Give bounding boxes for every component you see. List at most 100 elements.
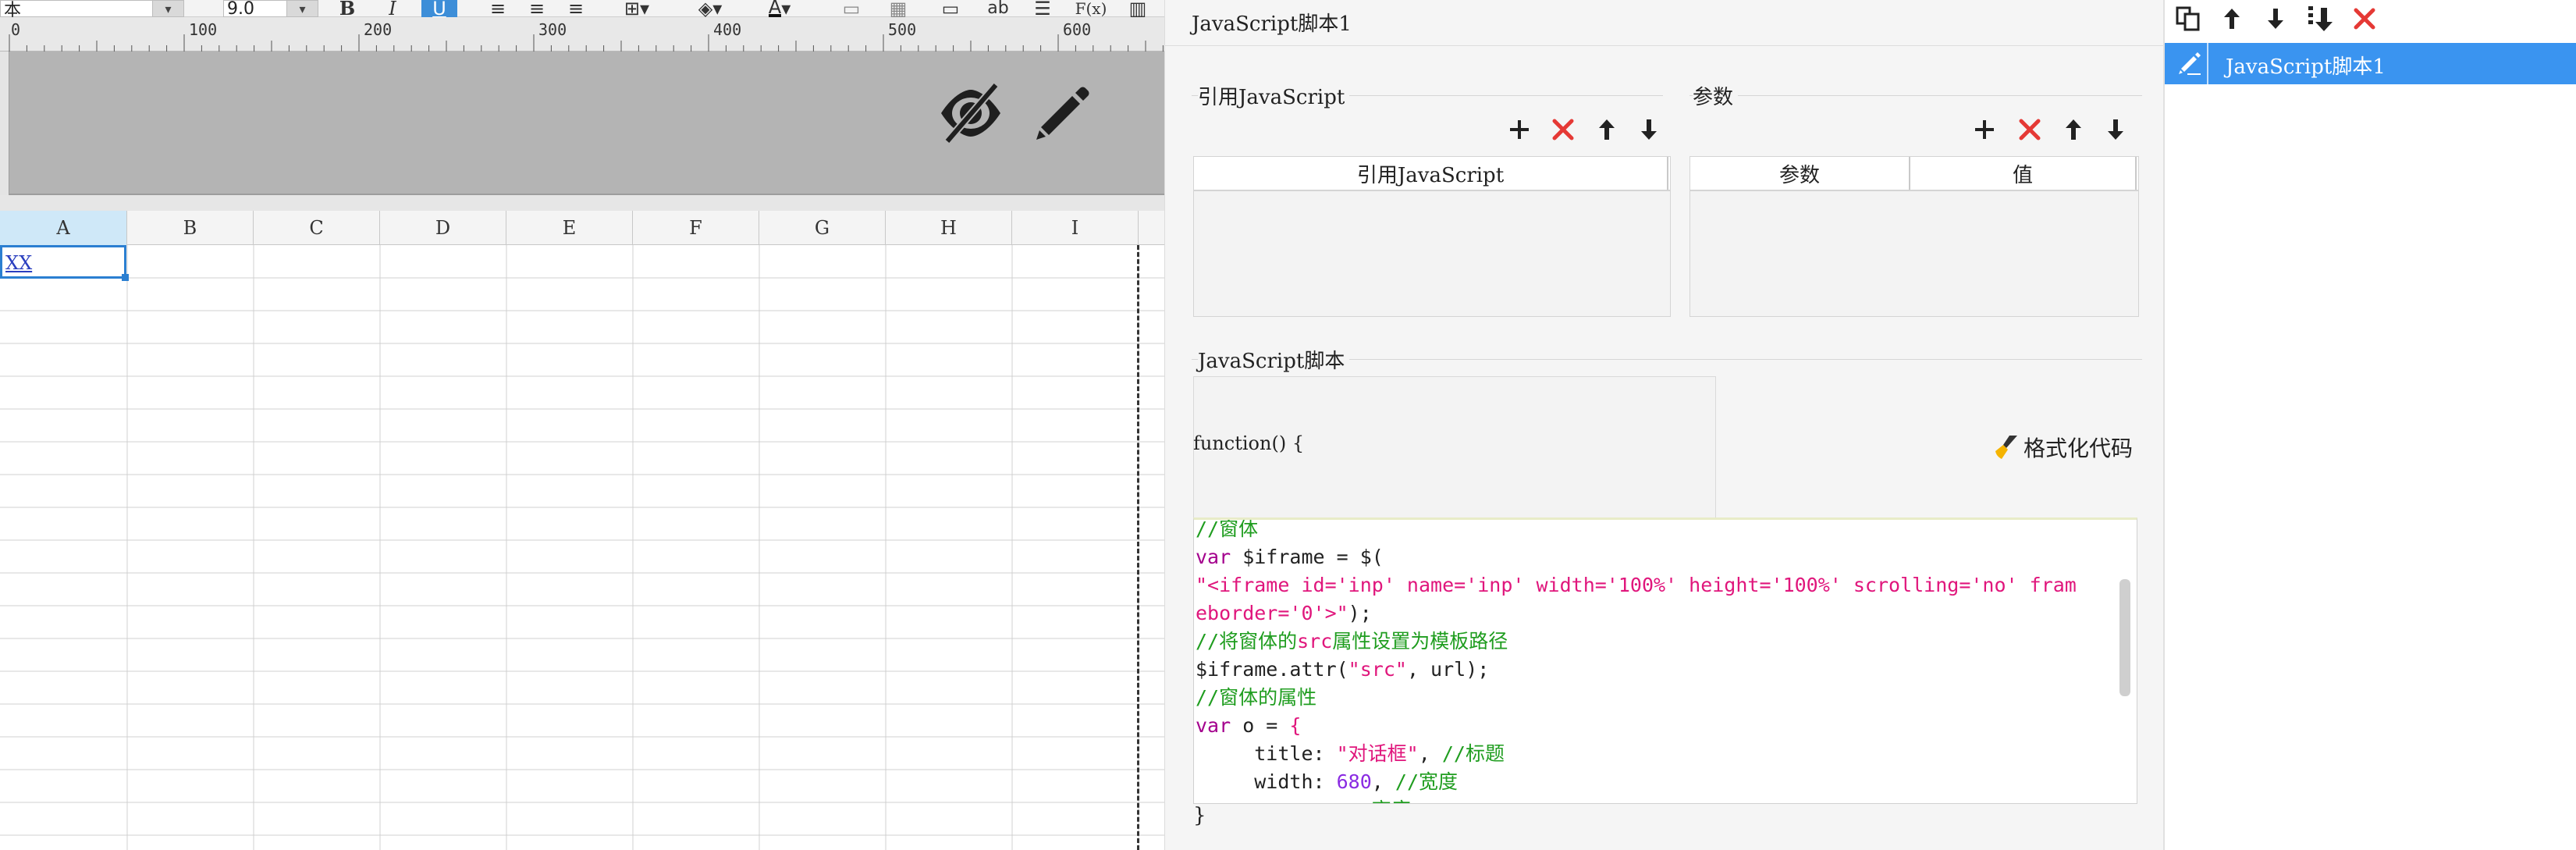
move-bottom-script-button[interactable] bbox=[2305, 3, 2336, 34]
code-line: 高度 bbox=[1196, 796, 1411, 803]
close-icon bbox=[2354, 8, 2375, 30]
arrow-down-icon bbox=[1641, 119, 1657, 140]
code-token: var bbox=[1196, 714, 1231, 737]
move-down-ref-button[interactable] bbox=[1633, 114, 1665, 145]
add-param-button[interactable] bbox=[1969, 114, 2000, 145]
insert-row-icon[interactable]: ▭ bbox=[936, 0, 965, 18]
arrow-down-icon bbox=[2108, 119, 2123, 140]
plus-icon bbox=[1975, 120, 1994, 139]
report-header-area bbox=[0, 52, 1164, 195]
code-token: "<iframe id='inp' name='inp' width='100%… bbox=[1196, 574, 2077, 596]
move-up-ref-button[interactable] bbox=[1591, 114, 1622, 145]
column-header-f[interactable]: F bbox=[633, 211, 759, 245]
cell-grid[interactable]: XX bbox=[0, 245, 1164, 850]
code-token: title: bbox=[1196, 742, 1337, 765]
column-header-g[interactable]: G bbox=[759, 211, 886, 245]
font-size-select[interactable]: 9.0 ▾ bbox=[223, 0, 318, 19]
param-section-label: 参数 bbox=[1693, 81, 1739, 110]
formula-button[interactable]: F(x) bbox=[1072, 0, 1110, 17]
ruler-label: 100 bbox=[189, 20, 218, 39]
function-close-text: } bbox=[1193, 804, 1206, 827]
arrow-up-icon bbox=[1599, 119, 1615, 140]
text-align-icon[interactable]: ☰ bbox=[1029, 0, 1057, 18]
code-token: , url); bbox=[1406, 658, 1490, 681]
ruler-label: 300 bbox=[538, 20, 567, 39]
code-token: //标题 bbox=[1441, 742, 1505, 765]
cell-a1[interactable]: XX bbox=[0, 245, 129, 281]
param-value-column-header[interactable]: 值 bbox=[1910, 157, 2137, 190]
ruler-label: 600 bbox=[1063, 20, 1092, 39]
code-token: o = bbox=[1231, 714, 1290, 737]
grid-lines bbox=[0, 245, 1164, 850]
border-icon[interactable]: ⊞▾ bbox=[613, 0, 660, 18]
ruler-label: 0 bbox=[11, 20, 21, 39]
code-token: //将窗体的 bbox=[1196, 630, 1298, 653]
font-name-select[interactable]: 本 ▾ bbox=[0, 0, 184, 20]
copy-script-button[interactable] bbox=[2173, 3, 2204, 34]
param-table[interactable]: 参数 值 bbox=[1690, 156, 2139, 317]
format-toolbar: 本 ▾ 9.0 ▾ B I U ≡ ≡ ≡ ⊞▾ ◈▾ A ▾ ▭ ▦ ▭ ab … bbox=[0, 0, 1164, 20]
copy-icon bbox=[2176, 6, 2200, 31]
script-list-toolbar bbox=[2165, 0, 2576, 37]
code-token: src bbox=[1297, 630, 1333, 653]
underline-button[interactable]: U bbox=[421, 0, 457, 18]
code-editor[interactable]: //窗体 var $iframe = $("<iframe id='inp' na… bbox=[1193, 517, 2137, 804]
column-header-d[interactable]: D bbox=[380, 211, 506, 245]
pencil-icon[interactable] bbox=[1027, 79, 1096, 148]
code-token: //宽度 bbox=[1395, 770, 1458, 793]
script-list-item[interactable]: JavaScript脚本1 bbox=[2165, 43, 2576, 84]
function-open-text: function() { bbox=[1193, 432, 1305, 454]
item-divider bbox=[2207, 43, 2208, 84]
italic-button[interactable]: I bbox=[381, 0, 404, 18]
wrap-button[interactable]: ab bbox=[985, 0, 1011, 17]
split-icon[interactable]: ▦ bbox=[885, 0, 911, 18]
sheet-separator bbox=[0, 195, 1164, 211]
eye-off-icon[interactable] bbox=[936, 79, 1005, 148]
code-line: $iframe.attr("src", url); bbox=[1196, 656, 1489, 684]
code-scrollbar[interactable] bbox=[2119, 579, 2130, 696]
delete-script-button[interactable] bbox=[2349, 3, 2380, 34]
javascript-editor-panel: JavaScript脚本1 引用JavaScript 引用JavaScript … bbox=[1164, 0, 2164, 850]
move-down-param-button[interactable] bbox=[2100, 114, 2131, 145]
code-line: var o = { bbox=[1196, 712, 1301, 740]
font-size-value: 9.0 bbox=[227, 0, 254, 19]
broom-icon bbox=[1995, 436, 2017, 459]
bold-button[interactable]: B bbox=[336, 0, 359, 18]
delete-param-button[interactable] bbox=[2014, 114, 2045, 145]
align-right-icon[interactable]: ≡ bbox=[562, 0, 590, 18]
fill-handle[interactable] bbox=[122, 274, 129, 281]
code-token: { bbox=[1289, 714, 1302, 737]
column-header-c[interactable]: C bbox=[254, 211, 380, 245]
code-token: 高度 bbox=[1196, 798, 1411, 803]
code-line: width: 680, //宽度 bbox=[1196, 768, 1458, 796]
column-header-e[interactable]: E bbox=[506, 211, 633, 245]
columns-icon[interactable]: ▥ bbox=[1124, 0, 1152, 18]
align-center-icon[interactable]: ≡ bbox=[523, 0, 551, 18]
font-color-icon[interactable]: A ▾ bbox=[754, 0, 805, 18]
code-token: 680 bbox=[1336, 770, 1372, 793]
merge-icon[interactable]: ▭ bbox=[838, 0, 865, 18]
delete-ref-button[interactable] bbox=[1547, 114, 1579, 145]
format-code-button[interactable]: 格式化代码 bbox=[1992, 432, 2133, 463]
column-header-h[interactable]: H bbox=[886, 211, 1012, 245]
move-up-script-button[interactable] bbox=[2216, 3, 2247, 34]
close-icon bbox=[2019, 119, 2041, 140]
add-ref-button[interactable] bbox=[1504, 114, 1535, 145]
align-left-icon[interactable]: ≡ bbox=[484, 0, 512, 18]
code-line: //窗体 bbox=[1196, 520, 1258, 543]
param-name-column-header[interactable]: 参数 bbox=[1690, 157, 1910, 190]
column-header-i[interactable]: I bbox=[1012, 211, 1139, 245]
ref-js-column-header[interactable]: 引用JavaScript bbox=[1194, 157, 1668, 190]
code-token: width: bbox=[1196, 770, 1337, 793]
fill-color-icon[interactable]: ◈▾ bbox=[687, 0, 734, 18]
move-up-param-button[interactable] bbox=[2058, 114, 2089, 145]
vertical-ruler bbox=[0, 52, 9, 195]
ruler-label: 400 bbox=[713, 20, 742, 39]
ref-js-table[interactable]: 引用JavaScript bbox=[1193, 156, 1671, 317]
code-token: "src" bbox=[1348, 658, 1407, 681]
plus-icon bbox=[1510, 120, 1529, 139]
column-header-a[interactable]: A bbox=[0, 211, 127, 245]
column-header-b[interactable]: B bbox=[127, 211, 254, 245]
move-down-script-button[interactable] bbox=[2260, 3, 2291, 34]
chevron-down-icon: ▾ bbox=[152, 1, 183, 16]
